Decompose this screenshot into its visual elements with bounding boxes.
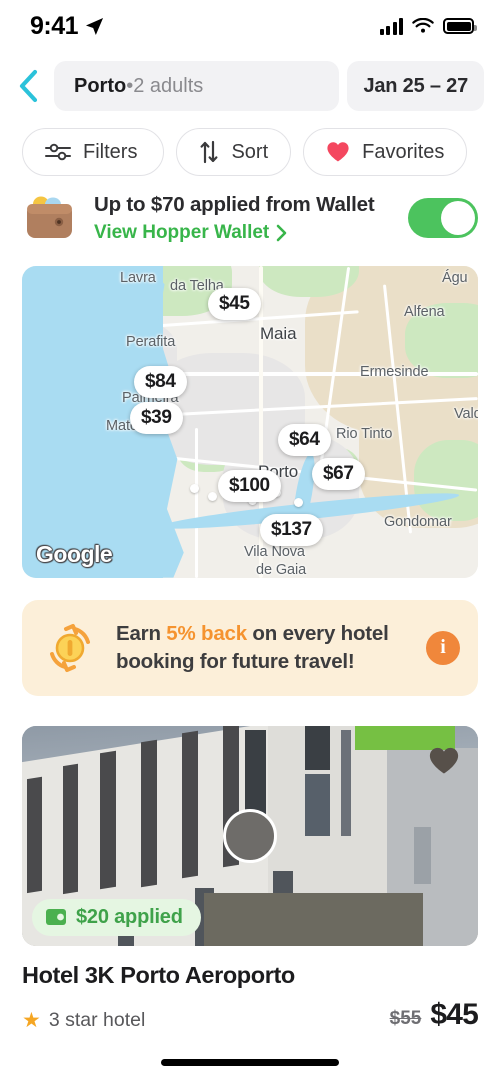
home-indicator-bar xyxy=(161,1059,339,1066)
hotel-meta-row: ★ 3 star hotel $55 $45 xyxy=(22,997,479,1032)
sort-button[interactable]: Sort xyxy=(176,128,292,176)
map-price-pin[interactable]: $100 xyxy=(218,469,281,502)
sort-arrows-icon xyxy=(200,140,218,164)
map-view[interactable]: Lavra da Telha Águ Alfena Maia Perafita Ermesi… xyxy=(22,265,478,578)
status-bar-left: 9:41 xyxy=(30,12,104,41)
wallet-banner[interactable]: Up to $70 applied from Wallet View Hoppe… xyxy=(0,176,500,258)
status-bar: 9:41 xyxy=(0,0,500,52)
hotel-card[interactable]: $20 applied Hotel 3K Porto Aeroporto ★ 3… xyxy=(22,725,479,1032)
search-input[interactable]: Porto • 2 adults xyxy=(54,61,340,111)
info-icon: i xyxy=(440,636,446,659)
wallet-banner-text: Up to $70 applied from Wallet View Hoppe… xyxy=(94,192,392,244)
status-bar-right xyxy=(379,17,477,35)
chevron-right-icon xyxy=(276,224,287,241)
cashback-banner[interactable]: Earn 5% back on every hotel booking for … xyxy=(22,599,478,696)
google-attribution: Google xyxy=(36,540,113,567)
hotel-price-original: $55 xyxy=(389,1007,422,1029)
sliders-icon xyxy=(45,143,71,161)
wallet-banner-title: Up to $70 applied from Wallet xyxy=(94,193,375,216)
favorites-label: Favorites xyxy=(362,140,445,163)
map-price-pin[interactable]: $84 xyxy=(134,365,187,398)
favorites-button[interactable]: Favorites xyxy=(303,128,468,176)
hotel-rating: ★ 3 star hotel xyxy=(22,1009,145,1032)
map-label: Gondomar xyxy=(384,513,452,530)
map-price-pin[interactable]: $45 xyxy=(208,287,261,320)
map-price-pin[interactable]: $39 xyxy=(130,401,183,434)
map-label: Lavra xyxy=(120,269,156,286)
cellular-signal-icon xyxy=(379,17,403,35)
search-guests: 2 adults xyxy=(133,74,204,97)
wallet-emoji-icon xyxy=(27,196,72,238)
view-wallet-link[interactable]: View Hopper Wallet xyxy=(94,222,392,244)
status-time: 9:41 xyxy=(30,11,79,40)
map-label: Perafita xyxy=(126,333,176,350)
map-label: Vald xyxy=(454,405,478,422)
date-range-button[interactable]: Jan 25 – 27 xyxy=(347,61,484,111)
cashback-info-button[interactable]: i xyxy=(426,630,460,665)
wallet-toggle-knob xyxy=(441,200,475,235)
location-arrow-icon xyxy=(85,17,104,35)
map-label: Ermesinde xyxy=(360,363,429,380)
app-screen: 9:41 Porto • 2 adults Jan 25 – 27 Filter… xyxy=(0,0,500,1080)
back-button[interactable] xyxy=(10,64,46,108)
filters-button[interactable]: Filters xyxy=(22,128,165,176)
hotel-price: $55 $45 xyxy=(389,997,479,1032)
search-location: Porto xyxy=(74,74,127,97)
coin-cashback-icon xyxy=(50,623,90,672)
map-label: Vila Nova xyxy=(244,543,305,560)
wallet-applied-badge: $20 applied xyxy=(32,898,201,936)
chevron-left-icon xyxy=(19,69,38,103)
date-range-label: Jan 25 – 27 xyxy=(363,74,468,97)
hotel-rating-label: 3 star hotel xyxy=(48,1008,146,1031)
battery-full-icon xyxy=(443,18,477,34)
map-label: de Gaia xyxy=(256,561,307,578)
filter-chip-row: Filters Sort Favorites xyxy=(0,114,500,176)
heart-filled-icon[interactable] xyxy=(428,746,460,776)
cashback-text-before: Earn xyxy=(116,621,167,645)
view-wallet-label: View Hopper Wallet xyxy=(94,221,270,243)
search-separator: • xyxy=(126,74,134,97)
map-label: Maia xyxy=(260,323,297,343)
map-price-pin[interactable]: $137 xyxy=(260,513,323,546)
loading-spinner-icon xyxy=(223,808,277,863)
hotel-price-current: $45 xyxy=(430,997,478,1031)
map-label: Alfena xyxy=(404,303,445,320)
cashback-text: Earn 5% back on every hotel booking for … xyxy=(116,620,408,676)
map-label: Rio Tinto xyxy=(336,425,393,442)
wifi-icon xyxy=(412,17,434,33)
wallet-small-icon xyxy=(46,909,66,926)
map-price-pin[interactable]: $67 xyxy=(312,457,365,490)
map-price-pin[interactable]: $64 xyxy=(278,423,331,456)
heart-icon xyxy=(327,142,349,162)
star-icon: ★ xyxy=(22,1008,41,1032)
wallet-toggle[interactable] xyxy=(408,197,478,238)
hotel-name: Hotel 3K Porto Aeroporto xyxy=(22,961,295,988)
filters-label: Filters xyxy=(83,140,138,163)
wallet-applied-label: $20 applied xyxy=(76,905,183,928)
hotel-photo[interactable]: $20 applied xyxy=(22,725,478,946)
search-header: Porto • 2 adults Jan 25 – 27 xyxy=(0,52,500,114)
sort-label: Sort xyxy=(231,140,269,163)
map-label: Águ xyxy=(442,269,468,286)
cashback-highlight: 5% back xyxy=(166,621,247,645)
